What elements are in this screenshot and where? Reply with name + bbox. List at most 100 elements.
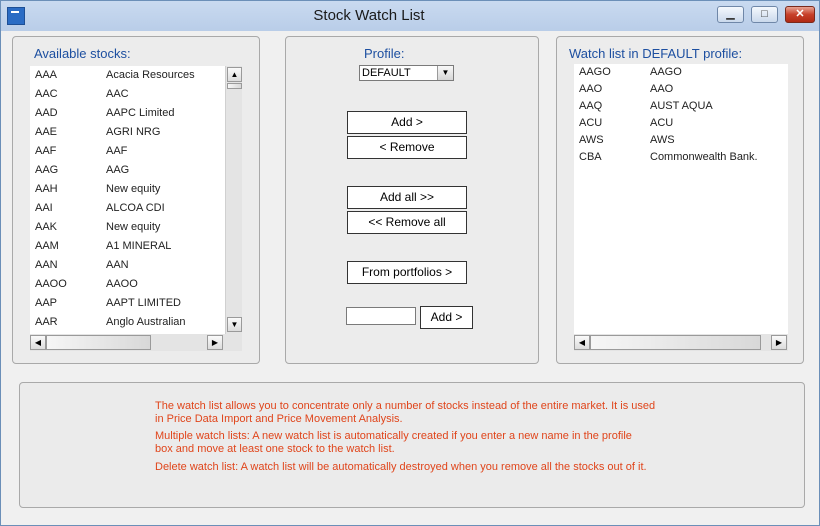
stock-code: CBA bbox=[579, 151, 602, 163]
list-item[interactable]: AAC AAC bbox=[30, 85, 225, 104]
available-stocks-list[interactable]: AAA Acacia Resources AAC AAC AAD AAPC Limited… bbox=[30, 66, 242, 334]
add-all-button[interactable]: Add all >> bbox=[347, 186, 467, 209]
stock-name: Anglo Australian bbox=[106, 316, 186, 328]
available-stocks-panel: Available stocks: AAA Acacia Resources AAC… bbox=[12, 36, 260, 364]
list-item[interactable]: CBA Commonwealth Bank. bbox=[574, 149, 788, 166]
list-item[interactable]: AAD AAPC Limited bbox=[30, 104, 225, 123]
list-item[interactable]: AAG AAG bbox=[30, 161, 225, 180]
list-item[interactable]: AAH New equity bbox=[30, 180, 225, 199]
scroll-left-button[interactable]: ◀ bbox=[574, 335, 590, 350]
available-stocks-label: Available stocks: bbox=[34, 46, 131, 61]
stock-name: AAC bbox=[106, 88, 129, 100]
scroll-left-button[interactable]: ◀ bbox=[30, 335, 46, 350]
stock-code: AAOO bbox=[35, 278, 67, 290]
info-line: The watch list allows you to concentrate… bbox=[155, 400, 656, 412]
stock-name: A1 MINERAL bbox=[106, 240, 172, 252]
stock-code: AAP bbox=[35, 297, 58, 309]
stock-name: AGRI NRG bbox=[106, 126, 161, 138]
watchlist-panel: Watch list in DEFAULT profile: AAGO AAGO A… bbox=[556, 36, 804, 364]
list-item[interactable]: AAK New equity bbox=[30, 218, 225, 237]
watchlist-label: Watch list in DEFAULT profile: bbox=[569, 46, 743, 61]
info-line: in Price Data Import and Price Movement … bbox=[155, 413, 403, 425]
stock-name: New equity bbox=[106, 183, 161, 195]
stock-code: ACU bbox=[579, 117, 603, 129]
stock-name: ALCOA CDI bbox=[106, 202, 165, 214]
scroll-right-button[interactable]: ▶ bbox=[771, 335, 787, 350]
stock-name: Commonwealth Bank. bbox=[650, 151, 758, 163]
minimize-button[interactable]: ▁ bbox=[717, 6, 744, 23]
list-item[interactable]: AAR Anglo Australian bbox=[30, 313, 225, 332]
list-item[interactable]: AWS AWS bbox=[574, 132, 788, 149]
stock-name: AUST AQUA bbox=[650, 100, 713, 112]
stock-code: AAM bbox=[35, 240, 59, 252]
stock-code: AAA bbox=[35, 69, 58, 81]
client-area: Available stocks: AAA Acacia Resources AAC… bbox=[7, 31, 813, 519]
watchlist-horizontal-scrollbar[interactable]: ◀ ▶ bbox=[574, 334, 788, 351]
profile-select[interactable]: DEFAULT ▼ bbox=[359, 65, 454, 81]
stock-name: AAPT LIMITED bbox=[106, 297, 181, 309]
scroll-up-button[interactable]: ▲ bbox=[227, 67, 242, 82]
list-item[interactable]: AAI ALCOA CDI bbox=[30, 199, 225, 218]
list-item[interactable]: AAOO AAOO bbox=[30, 275, 225, 294]
remove-all-button[interactable]: << Remove all bbox=[347, 211, 467, 234]
profile-selected-value: DEFAULT bbox=[362, 67, 411, 79]
stock-code: AAN bbox=[35, 259, 58, 271]
stock-name: AAF bbox=[106, 145, 128, 157]
remove-button[interactable]: < Remove bbox=[347, 136, 467, 159]
stock-code: AAQ bbox=[579, 100, 603, 112]
info-line: Delete watch list: A watch list will be … bbox=[155, 461, 647, 473]
stock-name: AAGO bbox=[650, 66, 682, 78]
stock-name: Acacia Resources bbox=[106, 69, 195, 81]
close-button[interactable]: ✕ bbox=[785, 6, 815, 23]
profile-label: Profile: bbox=[364, 46, 405, 61]
watchlist-list[interactable]: AAGO AAGO AAO AAO AAQ AUST AQUA ACU ACU AWS AWS CB… bbox=[574, 64, 788, 334]
list-item[interactable]: AAP AAPT LIMITED bbox=[30, 294, 225, 313]
stock-name: AAOO bbox=[106, 278, 138, 290]
list-item[interactable]: AAE AGRI NRG bbox=[30, 123, 225, 142]
stock-code: AAGO bbox=[579, 66, 611, 78]
list-item[interactable]: ACU ACU bbox=[574, 115, 788, 132]
list-item[interactable]: AAGO AAGO bbox=[574, 64, 788, 81]
stock-code: AAG bbox=[35, 164, 59, 176]
stock-code: AAD bbox=[35, 107, 58, 119]
scroll-thumb[interactable] bbox=[227, 83, 242, 89]
list-item[interactable]: AAO AAO bbox=[574, 81, 788, 98]
stock-name: AWS bbox=[650, 134, 675, 146]
stock-code: AAE bbox=[35, 126, 58, 138]
scroll-thumb[interactable] bbox=[46, 335, 151, 350]
stock-name: AAG bbox=[106, 164, 130, 176]
app-window: Stock Watch List ▁ □ ✕ Available stocks:… bbox=[0, 0, 820, 526]
stock-code: AWS bbox=[579, 134, 604, 146]
stock-name: ACU bbox=[650, 117, 674, 129]
list-item[interactable]: AAN AAN bbox=[30, 256, 225, 275]
stock-code: AAK bbox=[35, 221, 58, 233]
available-vertical-scrollbar[interactable]: ▲ ▼ bbox=[225, 66, 242, 334]
list-item[interactable]: AAA Acacia Resources bbox=[30, 66, 225, 85]
available-horizontal-scrollbar[interactable]: ◀ ▶ bbox=[30, 334, 242, 351]
stock-code: AAH bbox=[35, 183, 58, 195]
window-title: Stock Watch List bbox=[313, 7, 425, 24]
stock-code-input[interactable] bbox=[346, 307, 416, 325]
list-item[interactable]: AAM A1 MINERAL bbox=[30, 237, 225, 256]
from-portfolios-button[interactable]: From portfolios > bbox=[347, 261, 467, 284]
scroll-right-button[interactable]: ▶ bbox=[207, 335, 223, 350]
title-bar[interactable]: Stock Watch List ▁ □ ✕ bbox=[1, 1, 819, 30]
info-line: Multiple watch lists: A new watch list i… bbox=[155, 430, 632, 442]
stock-code: AAO bbox=[579, 83, 603, 95]
maximize-button[interactable]: □ bbox=[751, 6, 778, 23]
scroll-down-button[interactable]: ▼ bbox=[227, 317, 242, 332]
stock-name: AAO bbox=[650, 83, 674, 95]
stock-name: New equity bbox=[106, 221, 161, 233]
list-item[interactable]: AAQ AUST AQUA bbox=[574, 98, 788, 115]
scroll-thumb[interactable] bbox=[590, 335, 761, 350]
add-button[interactable]: Add > bbox=[347, 111, 467, 134]
stock-code: AAF bbox=[35, 145, 57, 157]
stock-name: AAPC Limited bbox=[106, 107, 175, 119]
stock-code: AAC bbox=[35, 88, 58, 100]
list-item[interactable]: AAF AAF bbox=[30, 142, 225, 161]
dropdown-arrow-icon[interactable]: ▼ bbox=[437, 66, 453, 80]
info-panel: The watch list allows you to concentrate… bbox=[19, 382, 805, 508]
manual-add-button[interactable]: Add > bbox=[420, 306, 473, 329]
info-line: box and move at least one stock to the w… bbox=[155, 443, 395, 455]
stock-name: AAN bbox=[106, 259, 129, 271]
